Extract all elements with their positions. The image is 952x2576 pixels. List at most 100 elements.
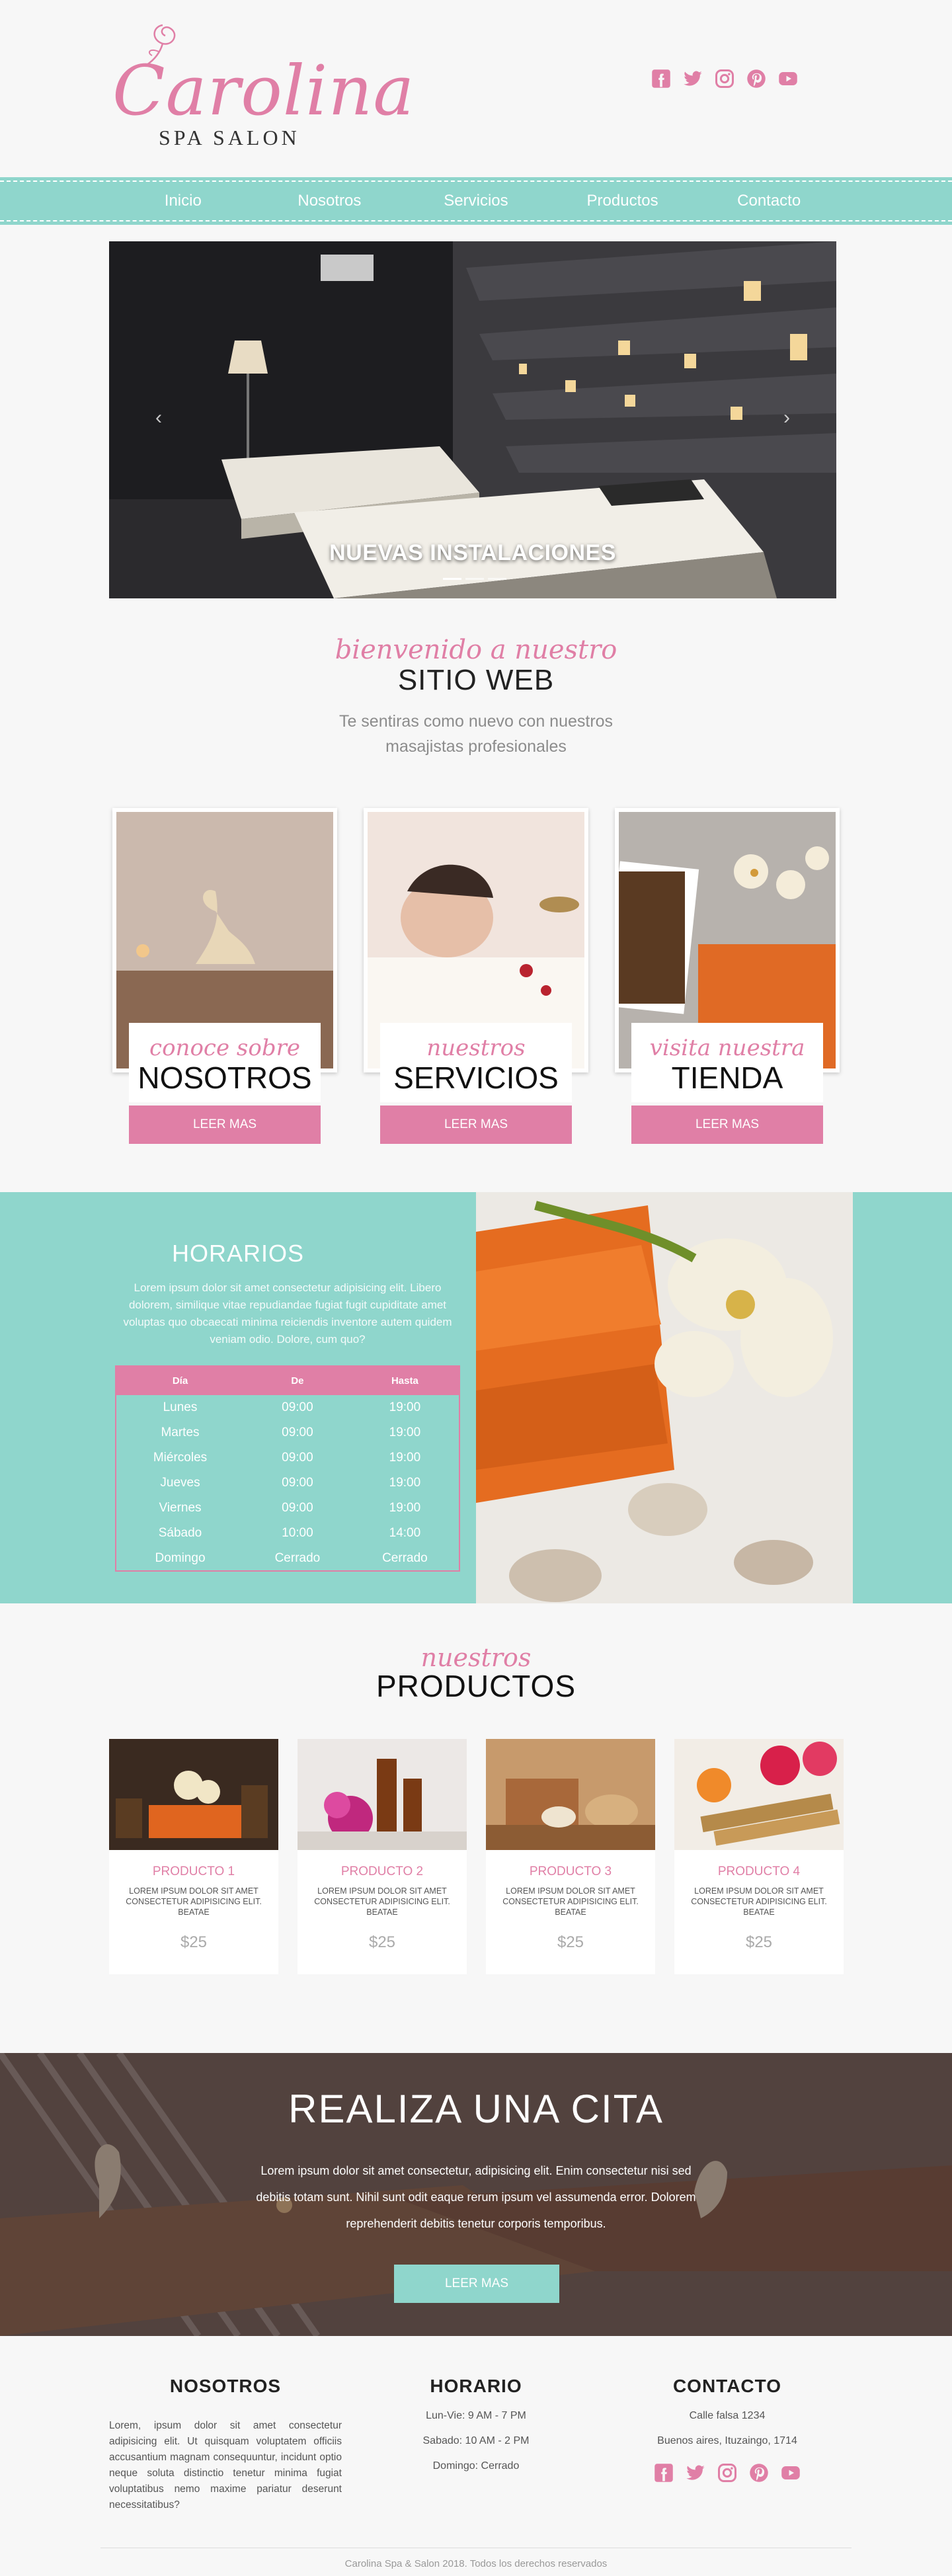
appointment-text: Lorem ipsum dolor sit amet consectetur, … — [256, 2164, 696, 2230]
footer-hours-line: Lun-Vie: 9 AM - 7 PM — [426, 2410, 526, 2421]
card-tienda: visita nuestra TIENDA LEER MAS — [604, 808, 840, 1144]
card-label: conoce sobre NOSOTROS — [129, 1023, 321, 1102]
leer-mas-button[interactable]: LEER MAS — [129, 1106, 321, 1144]
product-name: PRODUCTO 1 — [152, 1865, 235, 1878]
footer-hours-line: Domingo: Cerrado — [432, 2460, 520, 2472]
table-cell: 19:00 — [389, 1426, 421, 1439]
instagram-icon[interactable] — [717, 2463, 737, 2483]
product-card[interactable]: PRODUCTO 4 LOREM IPSUM DOLOR SIT AMET CO… — [674, 1739, 844, 1974]
table-cell: 09:00 — [282, 1426, 313, 1439]
main-nav: Inicio Nosotros Servicios Productos Cont… — [0, 177, 952, 225]
table-row: Viernes 09:00 19:00 — [116, 1496, 459, 1521]
table-cell: 09:00 — [282, 1451, 313, 1465]
col-header: De — [244, 1366, 351, 1395]
welcome-section: bienvenido a nuestro SITIO WEB Te sentir… — [0, 635, 952, 759]
table-cell: Martes — [161, 1426, 200, 1439]
youtube-icon[interactable] — [778, 69, 798, 89]
card-label: nuestros SERVICIOS — [380, 1023, 572, 1102]
product-name: PRODUCTO 2 — [340, 1865, 424, 1878]
footer-title: HORARIO — [430, 2376, 522, 2396]
col-header: Hasta — [350, 1366, 459, 1395]
product-image — [298, 1739, 467, 1850]
table-cell: 19:00 — [389, 1501, 421, 1515]
product-price: $25 — [180, 1933, 208, 1951]
leer-mas-button[interactable]: LEER MAS — [631, 1106, 823, 1144]
pinterest-icon[interactable] — [749, 2463, 769, 2483]
table-cell: Jueves — [160, 1476, 200, 1490]
appointment-button[interactable]: LEER MAS — [394, 2265, 559, 2303]
footer-about-text: Lorem, ipsum dolor sit amet consectetur … — [109, 2420, 342, 2511]
card-title: NOSOTROS — [138, 1061, 312, 1095]
nav-item-productos[interactable]: Productos — [549, 177, 696, 225]
hours-table-header: Día De Hasta — [116, 1366, 459, 1395]
footer-horario: HORARIO Lun-Vie: 9 AM - 7 PM Sabado: 10 … — [383, 2376, 569, 2472]
table-cell: 19:00 — [389, 1451, 421, 1465]
card-title: SERVICIOS — [393, 1061, 559, 1095]
table-cell: 09:00 — [282, 1501, 313, 1515]
table-cell: 09:00 — [282, 1400, 313, 1414]
slider-prev-icon[interactable]: ‹ — [155, 407, 162, 429]
youtube-icon[interactable] — [781, 2463, 801, 2483]
table-row: Martes 09:00 19:00 — [116, 1420, 459, 1445]
twitter-icon[interactable] — [686, 2463, 705, 2483]
table-cell: Domingo — [155, 1550, 206, 1565]
table-cell: Miércoles — [153, 1451, 208, 1465]
product-description: LOREM IPSUM DOLOR SIT AMET CONSECTETUR A… — [502, 1886, 639, 1917]
appointment-section: REALIZA UNA CITA Lorem ipsum dolor sit a… — [0, 2053, 952, 2336]
table-cell: 09:00 — [282, 1476, 313, 1490]
col-header: Día — [116, 1366, 244, 1395]
instagram-icon[interactable] — [715, 69, 734, 89]
appointment-title: REALIZA UNA CITA — [288, 2087, 664, 2131]
logo[interactable]: Carolina SPA SALON — [112, 19, 414, 157]
welcome-line: Te sentiras como nuevo con nuestros — [338, 712, 614, 731]
table-cell: Sábado — [158, 1526, 202, 1540]
pinterest-icon[interactable] — [746, 69, 766, 89]
product-price: $25 — [368, 1933, 396, 1951]
hero-slider: ‹ › NUEVAS INSTALACIONES — [109, 241, 836, 598]
welcome-script: bienvenido a nuestro — [335, 635, 617, 665]
facebook-icon[interactable] — [651, 69, 671, 89]
welcome-text: Te sentiras como nuevo con nuestros masa… — [0, 709, 952, 759]
product-card[interactable]: PRODUCTO 2 LOREM IPSUM DOLOR SIT AMET CO… — [298, 1739, 467, 1974]
slider-dot[interactable] — [488, 578, 506, 580]
copyright: Carolina Spa & Salon 2018. Todos los der… — [344, 2558, 608, 2569]
footer-contacto: CONTACTO Calle falsa 1234 Buenos aires, … — [621, 2376, 833, 2483]
nav-item-contacto[interactable]: Contacto — [695, 177, 842, 225]
hours-section: HORARIOS Lorem ipsum dolor sit amet cons… — [0, 1192, 952, 1603]
leer-mas-button[interactable]: LEER MAS — [380, 1106, 572, 1144]
product-price: $25 — [745, 1933, 773, 1951]
hours-image — [476, 1192, 853, 1603]
footer-nosotros: NOSOTROS Lorem, ipsum dolor sit amet con… — [109, 2376, 342, 2513]
nav-item-servicios[interactable]: Servicios — [403, 177, 549, 225]
social-links — [651, 69, 798, 89]
table-cell: Cerrado — [274, 1550, 321, 1565]
slider-dot[interactable] — [465, 578, 484, 580]
product-description: LOREM IPSUM DOLOR SIT AMET CONSECTETUR A… — [314, 1886, 450, 1917]
product-name: PRODUCTO 3 — [529, 1865, 612, 1878]
nav-item-inicio[interactable]: Inicio — [110, 177, 257, 225]
footer-address-line: Calle falsa 1234 — [689, 2410, 766, 2421]
product-description: LOREM IPSUM DOLOR SIT AMET CONSECTETUR A… — [691, 1886, 827, 1917]
product-card[interactable]: PRODUCTO 3 LOREM IPSUM DOLOR SIT AMET CO… — [486, 1739, 655, 1974]
card-script: visita nuestra — [649, 1035, 805, 1061]
twitter-icon[interactable] — [683, 69, 703, 89]
table-cell: Viernes — [159, 1501, 202, 1515]
table-cell: Lunes — [163, 1400, 198, 1414]
product-image — [486, 1739, 655, 1850]
products-title: PRODUCTOS — [376, 1669, 576, 1703]
product-image — [109, 1739, 278, 1850]
footer-title: NOSOTROS — [169, 2376, 282, 2396]
product-name: PRODUCTO 4 — [717, 1865, 801, 1878]
facebook-icon[interactable] — [654, 2463, 674, 2483]
footer-social-links — [621, 2463, 833, 2483]
nav-item-nosotros[interactable]: Nosotros — [257, 177, 403, 225]
card-servicios: nuestros SERVICIOS LEER MAS — [364, 808, 588, 1144]
slider-next-icon[interactable]: › — [783, 407, 790, 429]
slider-dots — [443, 578, 506, 580]
hours-description: Lorem ipsum dolor sit amet consectetur a… — [123, 1281, 452, 1346]
table-cell: 19:00 — [389, 1476, 421, 1490]
product-card[interactable]: PRODUCTO 1 LOREM IPSUM DOLOR SIT AMET CO… — [109, 1739, 278, 1974]
slider-dot[interactable] — [443, 578, 461, 580]
table-row: Jueves 09:00 19:00 — [116, 1470, 459, 1496]
products-header: nuestros PRODUCTOS — [0, 1643, 952, 1704]
